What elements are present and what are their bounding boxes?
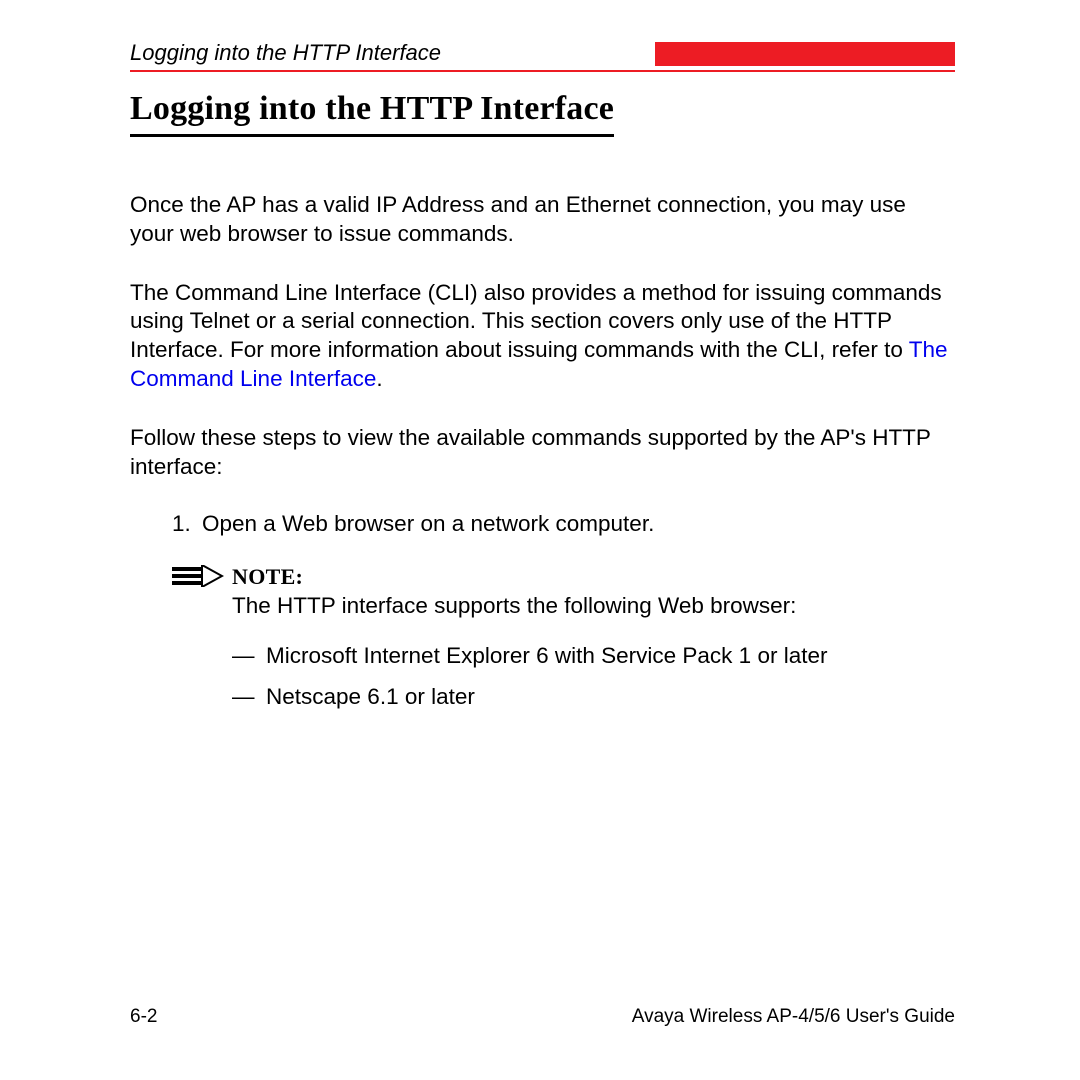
note-list-item-2: — Netscape 6.1 or later (232, 683, 955, 712)
dash-bullet: — (232, 642, 266, 671)
page-number: 6-2 (130, 1006, 157, 1028)
note-list-item-1: — Microsoft Internet Explorer 6 with Ser… (232, 642, 955, 671)
step-1: 1. Open a Web browser on a network compu… (172, 511, 955, 537)
paragraph-2: The Command Line Interface (CLI) also pr… (130, 279, 955, 394)
page-footer: 6-2 Avaya Wireless AP-4/5/6 User's Guide (130, 1006, 955, 1028)
paragraph-2-tail: . (376, 366, 382, 391)
note-list-item-2-text: Netscape 6.1 or later (266, 683, 475, 712)
paragraph-2-text: The Command Line Interface (CLI) also pr… (130, 280, 942, 363)
page-header: Logging into the HTTP Interface (130, 40, 955, 66)
running-header-text: Logging into the HTTP Interface (130, 40, 441, 66)
step-1-text: Open a Web browser on a network computer… (202, 511, 654, 537)
step-1-number: 1. (172, 511, 202, 537)
page-title: Logging into the HTTP Interface (130, 90, 614, 137)
note-label: NOTE: (232, 563, 955, 591)
note-list: — Microsoft Internet Explorer 6 with Ser… (232, 642, 955, 712)
note-text: The HTTP interface supports the followin… (232, 592, 955, 621)
note-arrow-icon (172, 563, 232, 620)
note-block: NOTE: The HTTP interface supports the fo… (172, 563, 955, 620)
header-red-bar (655, 42, 955, 66)
note-list-item-1-text: Microsoft Internet Explorer 6 with Servi… (266, 642, 827, 671)
paragraph-3: Follow these steps to view the available… (130, 424, 955, 482)
dash-bullet: — (232, 683, 266, 712)
guide-title: Avaya Wireless AP-4/5/6 User's Guide (632, 1006, 955, 1028)
paragraph-1: Once the AP has a valid IP Address and a… (130, 191, 955, 249)
note-content: NOTE: The HTTP interface supports the fo… (232, 563, 955, 620)
header-rule (130, 70, 955, 72)
